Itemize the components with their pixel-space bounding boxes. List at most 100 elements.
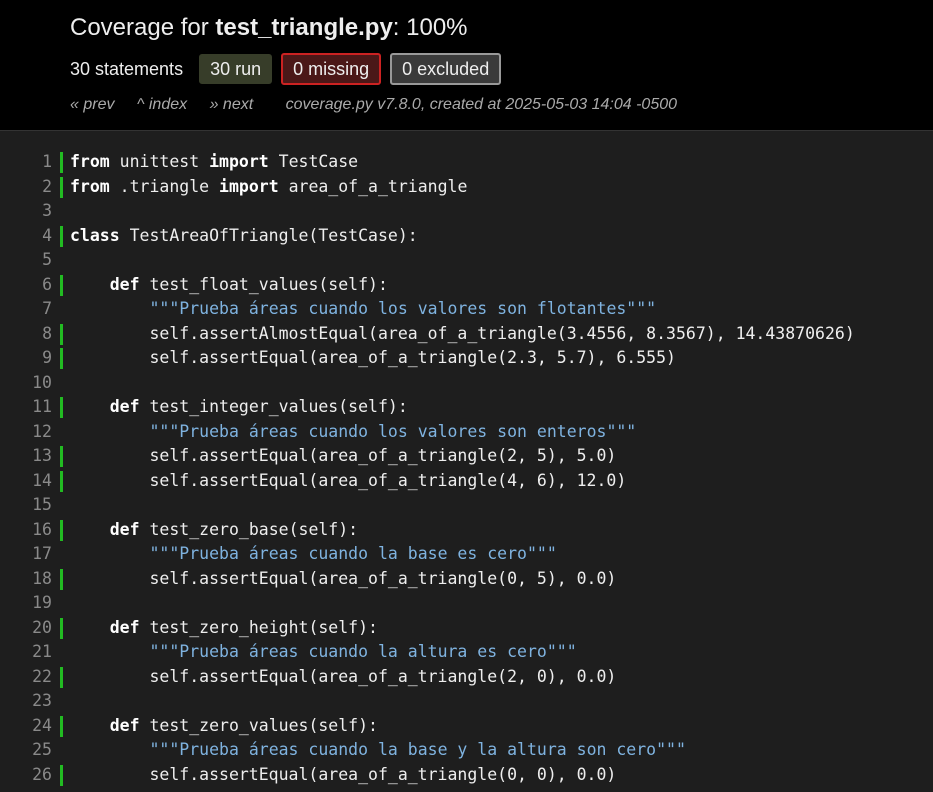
line-number[interactable]: 22 [0, 665, 52, 690]
code-text: def test_zero_height(self): [70, 616, 378, 641]
line-number[interactable]: 10 [0, 371, 52, 396]
run-marker [60, 568, 63, 590]
line-number[interactable]: 3 [0, 199, 52, 224]
line-number[interactable]: 25 [0, 738, 52, 763]
keyword-token: import [219, 176, 279, 196]
source-line: 17 """Prueba áreas cuando la base es cer… [0, 542, 933, 567]
line-number[interactable]: 26 [0, 763, 52, 788]
source-line: 6 def test_float_values(self): [0, 273, 933, 298]
run-marker [60, 666, 63, 688]
line-number[interactable]: 18 [0, 567, 52, 592]
title-file-name: test_triangle.py [215, 14, 393, 41]
line-number[interactable]: 9 [0, 346, 52, 371]
code-token: self.assertEqual(area_of_a_triangle(2.3,… [70, 348, 676, 367]
line-number[interactable]: 23 [0, 689, 52, 714]
source-line: 15 [0, 493, 933, 518]
code-token: .triangle [109, 176, 220, 196]
line-number[interactable]: 15 [0, 493, 52, 518]
code-token: TestAreaOfTriangle(TestCase): [119, 225, 418, 245]
code-token: area_of_a_triangle [278, 176, 468, 196]
run-marker [60, 446, 63, 467]
line-number[interactable]: 2 [0, 175, 52, 200]
page-title: Coverage for test_triangle.py: 100% [70, 14, 468, 42]
source-listing: 1 from unittest import TestCase 2 from .tri… [0, 150, 933, 787]
source-line: 26 self.assertEqual(area_of_a_triangle(0… [0, 763, 933, 788]
missing-toggle-button[interactable]: 0 missing [281, 53, 382, 85]
source-line: 16 def test_zero_base(self): [0, 518, 933, 543]
run-marker [60, 348, 63, 369]
line-number[interactable]: 19 [0, 591, 52, 616]
line-number[interactable]: 7 [0, 297, 52, 322]
keyword-token: def [109, 715, 140, 735]
source-line: 8 self.assertAlmostEqual(area_of_a_trian… [0, 322, 933, 347]
code-token: self.assertEqual(area_of_a_triangle(2, 0… [70, 666, 617, 686]
code-text: from unittest import TestCase [70, 150, 358, 175]
line-number[interactable]: 20 [0, 616, 52, 641]
code-text: """Prueba áreas cuando la base y la altu… [70, 738, 686, 763]
code-text: def test_integer_values(self): [70, 395, 408, 420]
line-number[interactable]: 12 [0, 420, 52, 445]
code-token: self.assertAlmostEqual(area_of_a_triangl… [70, 323, 855, 343]
source-line: 12 """Prueba áreas cuando los valores so… [0, 420, 933, 445]
string-token: """Prueba áreas cuando los valores son f… [149, 299, 657, 318]
code-text: self.assertEqual(area_of_a_triangle(0, 5… [70, 567, 616, 592]
line-number[interactable]: 13 [0, 444, 52, 469]
code-text: """Prueba áreas cuando la altura es cero… [70, 640, 576, 665]
line-number[interactable]: 8 [0, 322, 52, 347]
keyword-token: def [109, 519, 140, 539]
title-percent: : 100% [392, 14, 468, 41]
line-number[interactable]: 17 [0, 542, 52, 567]
keyword-token: def [109, 397, 140, 416]
source-line: 1 from unittest import TestCase [0, 150, 933, 175]
source-line: 23 [0, 689, 933, 714]
keyword-token: class [70, 225, 120, 245]
code-text: """Prueba áreas cuando los valores son e… [70, 420, 636, 445]
report-header: Coverage for test_triangle.py: 100% 30 s… [0, 0, 933, 131]
source-line: 18 self.assertEqual(area_of_a_triangle(0… [0, 567, 933, 592]
code-token: self.assertEqual(area_of_a_triangle(0, 5… [70, 568, 617, 588]
run-marker [60, 152, 63, 173]
keyword-token: from [70, 176, 110, 196]
generator-info: coverage.py v7.8.0, created at 2025-05-0… [285, 96, 678, 113]
code-text: self.assertEqual(area_of_a_triangle(0, 0… [70, 763, 616, 788]
run-marker [60, 764, 63, 786]
line-number[interactable]: 6 [0, 273, 52, 298]
string-token: """Prueba áreas cuando los valores son e… [149, 421, 637, 441]
run-marker [60, 715, 63, 737]
line-number[interactable]: 14 [0, 469, 52, 494]
run-marker [60, 519, 63, 541]
source-line: 13 self.assertEqual(area_of_a_triangle(2… [0, 444, 933, 469]
run-marker [60, 470, 63, 492]
code-text: """Prueba áreas cuando los valores son f… [70, 297, 656, 322]
source-line: 21 """Prueba áreas cuando la altura es c… [0, 640, 933, 665]
line-number[interactable]: 21 [0, 640, 52, 665]
excluded-toggle-button[interactable]: 0 excluded [390, 53, 502, 85]
run-marker [60, 176, 63, 198]
line-number[interactable]: 16 [0, 518, 52, 543]
line-number[interactable]: 24 [0, 714, 52, 739]
line-number[interactable]: 1 [0, 150, 52, 175]
code-token: self.assertEqual(area_of_a_triangle(0, 0… [70, 764, 617, 784]
line-number[interactable]: 4 [0, 224, 52, 249]
code-text: def test_zero_values(self): [70, 714, 378, 739]
string-token: """Prueba áreas cuando la base y la altu… [149, 740, 686, 759]
code-token: test_float_values(self): [139, 274, 388, 294]
line-number[interactable]: 11 [0, 395, 52, 420]
run-toggle-button[interactable]: 30 run [199, 54, 273, 84]
source-line: 24 def test_zero_values(self): [0, 714, 933, 739]
title-prefix: Coverage for [70, 14, 216, 41]
keyword-token: from [70, 152, 110, 171]
nav-bar: « prev ^ index » next coverage.py v7.8.0… [70, 96, 677, 114]
prev-link[interactable]: « prev [70, 96, 114, 113]
next-link[interactable]: » next [210, 96, 254, 113]
line-number[interactable]: 5 [0, 248, 52, 273]
keyword-token: import [209, 152, 269, 171]
index-link[interactable]: ^ index [137, 96, 187, 113]
code-token: test_zero_height(self): [139, 617, 378, 637]
code-token: test_zero_base(self): [139, 519, 359, 539]
